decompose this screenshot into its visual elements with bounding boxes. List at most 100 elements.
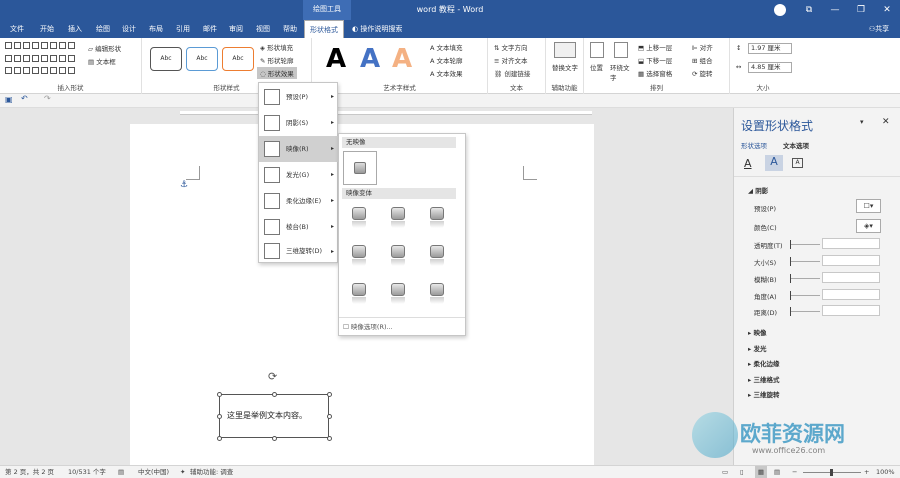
tab-layout[interactable]: 布局 bbox=[143, 20, 169, 38]
blur-slider[interactable] bbox=[790, 274, 820, 283]
tab-mailings[interactable]: 邮件 bbox=[197, 20, 223, 38]
no-reflection-option[interactable] bbox=[343, 151, 377, 185]
group-button[interactable]: ⊞ 组合 bbox=[692, 55, 713, 65]
shape-outline-button[interactable]: ✎ 形状轮廓 bbox=[260, 55, 294, 65]
reflection-variant-icon[interactable] bbox=[391, 245, 405, 266]
position-button[interactable]: 位置 bbox=[590, 62, 603, 72]
menu-item-shadow[interactable]: 阴影(S) ▸ bbox=[259, 110, 339, 136]
tab-view[interactable]: 视图 bbox=[250, 20, 276, 38]
shape-effects-button[interactable]: ◌ 形状效果 bbox=[257, 67, 297, 79]
zoom-level[interactable]: 100% bbox=[876, 466, 895, 478]
align-button[interactable]: ⊫ 对齐 bbox=[692, 42, 713, 52]
transparency-slider[interactable] bbox=[790, 240, 820, 249]
reflection-variant-icon[interactable] bbox=[352, 245, 366, 266]
zoom-out-icon[interactable]: − bbox=[792, 466, 797, 478]
tab-shape-format[interactable]: 形状格式 bbox=[304, 20, 344, 38]
edit-shape-button[interactable]: ▱ 编辑形状 bbox=[88, 43, 121, 53]
word-count[interactable]: 10/531 个字 bbox=[68, 466, 106, 478]
create-link-button[interactable]: ⛓ 创建链接 bbox=[494, 68, 530, 78]
angle-slider[interactable] bbox=[790, 291, 820, 300]
style-sample-1[interactable]: Abc bbox=[150, 47, 182, 71]
resize-handle[interactable] bbox=[327, 436, 332, 441]
text-box-button[interactable]: ▤ 文本框 bbox=[88, 56, 116, 66]
3d-rotation-section-header[interactable]: ▸ 三维旋转 bbox=[748, 389, 780, 399]
wordart-sample-1[interactable]: A bbox=[326, 44, 346, 74]
text-effects-icon[interactable]: A bbox=[765, 155, 783, 171]
blur-input[interactable] bbox=[822, 272, 880, 283]
tell-me-search[interactable]: ◐ 操作说明搜索 bbox=[352, 20, 420, 38]
resize-handle[interactable] bbox=[327, 392, 332, 397]
menu-item-glow[interactable]: 发光(G) ▸ bbox=[259, 162, 339, 188]
page-count[interactable]: 第 2 页，共 2 页 bbox=[5, 466, 54, 478]
preset-dropdown[interactable]: ☐▾ bbox=[856, 199, 881, 213]
text-fill-outline-icon[interactable]: A bbox=[744, 157, 752, 170]
web-layout-icon[interactable]: ▤ bbox=[774, 466, 780, 478]
resize-handle[interactable] bbox=[217, 392, 222, 397]
style-sample-2[interactable]: Abc bbox=[186, 47, 218, 71]
alt-text-button[interactable]: 替换文字 bbox=[550, 62, 580, 72]
reflection-variant-icon[interactable] bbox=[352, 207, 366, 228]
text-effect-button[interactable]: A 文本效果 bbox=[430, 68, 463, 78]
soft-edges-section-header[interactable]: ▸ 柔化边缘 bbox=[748, 358, 780, 368]
focus-mode-icon[interactable]: ▭ bbox=[722, 466, 728, 478]
maximize-button[interactable]: ❐ bbox=[850, 0, 872, 20]
menu-item-3d-rotation[interactable]: 三维旋转(D) ▸ bbox=[259, 240, 339, 263]
3d-format-section-header[interactable]: ▸ 三维格式 bbox=[748, 374, 780, 384]
resize-handle[interactable] bbox=[272, 392, 277, 397]
transparency-input[interactable] bbox=[822, 238, 880, 249]
language-status[interactable]: 中文(中国) bbox=[138, 466, 169, 478]
shape-fill-button[interactable]: ◈ 形状填充 bbox=[260, 42, 293, 52]
reflection-options-item[interactable]: ☐ 映像选项(R)... bbox=[343, 321, 393, 331]
text-direction-button[interactable]: ⇅ 文字方向 bbox=[494, 42, 528, 52]
tab-review[interactable]: 审阅 bbox=[223, 20, 249, 38]
text-box-content[interactable]: 这里是举例文本内容。 bbox=[227, 410, 307, 421]
resize-handle[interactable] bbox=[327, 414, 332, 419]
text-fill-button[interactable]: A 文本填充 bbox=[430, 42, 463, 52]
rotate-button[interactable]: ⟳ 旋转 bbox=[692, 68, 713, 78]
menu-item-preset[interactable]: 预设(P) ▸ bbox=[259, 84, 339, 110]
color-dropdown[interactable]: ◈▾ bbox=[856, 219, 881, 233]
tab-shape-options[interactable]: 形状选项 bbox=[741, 140, 767, 150]
bring-forward-button[interactable]: ⬒ 上移一层 bbox=[638, 42, 672, 52]
reflection-variant-icon[interactable] bbox=[430, 207, 444, 228]
distance-input[interactable] bbox=[822, 305, 880, 316]
tab-help[interactable]: 帮助 bbox=[277, 20, 303, 38]
resize-handle[interactable] bbox=[217, 436, 222, 441]
tab-design[interactable]: 设计 bbox=[116, 20, 142, 38]
reflection-variant-icon[interactable] bbox=[430, 283, 444, 304]
resize-handle[interactable] bbox=[272, 436, 277, 441]
print-layout-icon[interactable]: ▦ bbox=[755, 466, 767, 478]
avatar[interactable] bbox=[774, 4, 786, 16]
distance-slider[interactable] bbox=[790, 307, 820, 316]
resize-handle[interactable] bbox=[217, 414, 222, 419]
height-input[interactable]: 1.97 厘米 bbox=[748, 43, 792, 54]
glow-section-header[interactable]: ▸ 发光 bbox=[748, 343, 767, 353]
width-input[interactable]: 4.85 厘米 bbox=[748, 62, 792, 73]
reflection-variant-icon[interactable] bbox=[352, 283, 366, 304]
reflection-section-header[interactable]: ▸ 映像 bbox=[748, 327, 767, 337]
angle-input[interactable] bbox=[822, 289, 880, 300]
textbox-layout-icon[interactable]: A bbox=[792, 158, 803, 168]
minimize-button[interactable]: — bbox=[824, 0, 846, 20]
text-outline-button[interactable]: A 文本轮廓 bbox=[430, 55, 463, 65]
menu-item-bevel[interactable]: 棱台(B) ▸ bbox=[259, 214, 339, 240]
tab-home[interactable]: 开始 bbox=[34, 20, 60, 38]
style-sample-3[interactable]: Abc bbox=[222, 47, 254, 71]
undo-icon[interactable]: ↶ bbox=[21, 94, 28, 103]
text-box-shape[interactable]: 这里是举例文本内容。 bbox=[219, 394, 329, 438]
tab-text-options[interactable]: 文本选项 bbox=[783, 140, 809, 150]
align-text-button[interactable]: ≡ 对齐文本 bbox=[494, 55, 528, 65]
tab-references[interactable]: 引用 bbox=[170, 20, 196, 38]
close-button[interactable]: ✕ bbox=[876, 0, 898, 20]
zoom-in-icon[interactable]: + bbox=[864, 466, 869, 478]
selection-pane-button[interactable]: ▦ 选择窗格 bbox=[638, 68, 672, 78]
menu-item-reflection[interactable]: 映像(R) ▸ bbox=[259, 136, 339, 162]
tab-file[interactable]: 文件 bbox=[4, 20, 30, 38]
zoom-thumb[interactable] bbox=[830, 469, 833, 476]
rotate-handle-icon[interactable]: ⟳ bbox=[268, 370, 277, 383]
save-icon[interactable]: ▣ bbox=[5, 95, 13, 104]
shape-gallery[interactable] bbox=[5, 42, 80, 78]
accessibility-status[interactable]: 辅助功能: 调查 bbox=[190, 466, 233, 478]
size-input[interactable] bbox=[822, 255, 880, 266]
shadow-section-header[interactable]: ◢ 阴影 bbox=[748, 185, 768, 195]
